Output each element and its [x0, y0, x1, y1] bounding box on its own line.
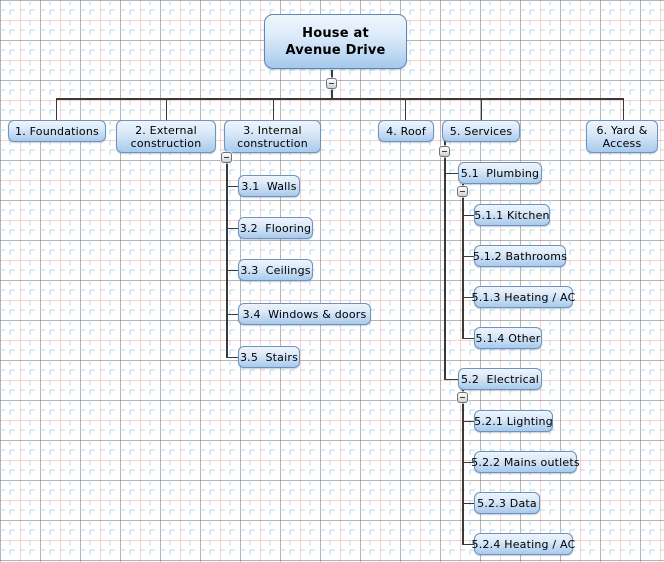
wbs-diagram-canvas: House at Avenue Drive 1. Foundations 2. …	[0, 0, 664, 562]
node-6-yard-and-access[interactable]: 6. Yard & Access	[586, 120, 658, 153]
connector-drop-4	[405, 98, 406, 120]
connector-drop-6	[623, 98, 624, 120]
node-5-2-4-heating-ac[interactable]: 5.2.4 Heating / AC	[472, 533, 575, 555]
connector-services-trunk	[444, 157, 446, 380]
connector-internal-child-3	[226, 270, 238, 271]
connector-electrical-child-3	[462, 503, 474, 504]
collapse-toggle-electrical-icon[interactable]	[457, 392, 468, 403]
node-5-1-2-bathrooms[interactable]: 5.1.2 Bathrooms	[473, 245, 567, 267]
connector-plumbing-child-4	[462, 338, 474, 339]
connector-drop-3	[273, 98, 274, 120]
node-root-house-at-avenue-drive[interactable]: House at Avenue Drive	[264, 14, 407, 69]
connector-plumbing-trunk	[462, 197, 464, 338]
node-5-1-1-kitchen[interactable]: 5.1.1 Kitchen	[474, 204, 550, 226]
node-5-2-1-lighting[interactable]: 5.2.1 Lighting	[474, 410, 553, 432]
connector-electrical-child-1	[462, 421, 474, 422]
collapse-toggle-plumbing-icon[interactable]	[457, 186, 468, 197]
collapse-toggle-services-icon[interactable]	[439, 146, 450, 157]
node-5-services[interactable]: 5. Services	[442, 120, 520, 142]
node-3-1-walls[interactable]: 3.1 Walls	[238, 175, 300, 197]
connector-internal-child-4	[226, 314, 238, 315]
connector-internal-child-1	[226, 186, 238, 187]
node-5-1-3-heating-ac[interactable]: 5.1.3 Heating / AC	[472, 286, 575, 308]
node-1-foundations[interactable]: 1. Foundations	[8, 120, 106, 142]
collapse-toggle-internal-construction-icon[interactable]	[221, 152, 232, 163]
connector-services-child-1	[444, 173, 459, 174]
node-5-1-plumbing[interactable]: 5.1 Plumbing	[458, 162, 542, 184]
connector-internal-child-2	[226, 228, 238, 229]
connector-drop-5	[481, 98, 482, 120]
node-3-2-flooring[interactable]: 3.2 Flooring	[238, 217, 313, 239]
node-4-roof[interactable]: 4. Roof	[378, 120, 434, 142]
node-5-2-2-mains-outlets[interactable]: 5.2.2 Mains outlets	[471, 451, 580, 473]
connector-internal-trunk	[226, 163, 228, 357]
node-5-1-4-other[interactable]: 5.1.4 Other	[474, 327, 542, 349]
connector-internal-child-5	[226, 357, 238, 358]
node-3-5-stairs[interactable]: 3.5 Stairs	[238, 346, 300, 368]
connector-plumbing-child-1	[462, 215, 474, 216]
connector-level1-bus	[56, 98, 623, 100]
connector-drop-1	[56, 98, 57, 120]
connector-services-child-2	[444, 379, 459, 380]
node-3-internal-construction[interactable]: 3. Internal construction	[224, 120, 321, 153]
node-5-2-electrical[interactable]: 5.2 Electrical	[458, 368, 542, 390]
connector-drop-2	[166, 98, 167, 120]
node-2-external-construction[interactable]: 2. External construction	[116, 120, 216, 153]
connector-electrical-trunk	[462, 403, 464, 545]
collapse-toggle-root-icon[interactable]	[326, 78, 337, 89]
node-3-4-windows-and-doors[interactable]: 3.4 Windows & doors	[238, 303, 371, 325]
node-3-3-ceilings[interactable]: 3.3 Ceilings	[238, 259, 313, 281]
node-5-2-3-data[interactable]: 5.2.3 Data	[474, 492, 540, 514]
